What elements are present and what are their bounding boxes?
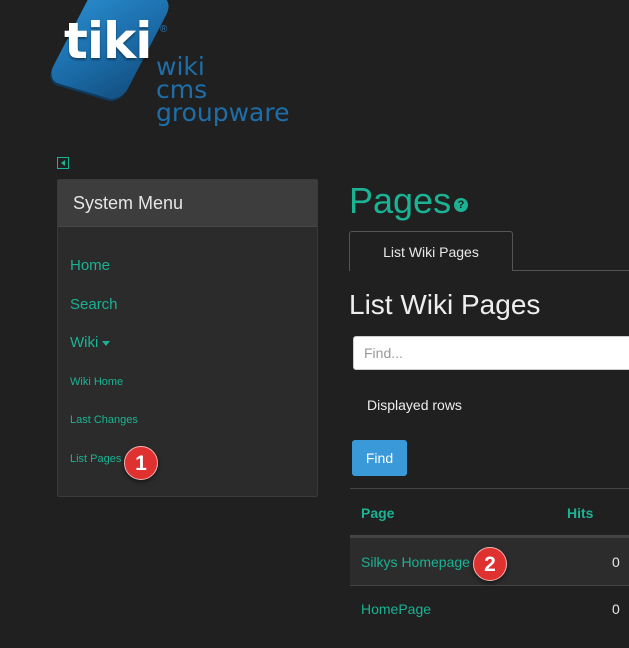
hits-value: 0: [612, 601, 620, 617]
tab-divider: [513, 270, 629, 271]
annotation-badge-2: 2: [473, 547, 507, 581]
hits-value: 0: [612, 554, 620, 570]
sidebar-item-wiki-label: Wiki: [70, 334, 99, 351]
annotation-badge-1: 1: [124, 446, 158, 480]
system-menu-title: System Menu: [58, 180, 317, 227]
displayed-rows-label: Displayed rows: [367, 397, 462, 413]
logo-registered: ®: [160, 24, 168, 35]
system-menu: System Menu Home Search Wiki Wiki Home L…: [57, 179, 318, 497]
find-button[interactable]: Find: [352, 440, 407, 476]
collapse-sidebar-icon[interactable]: [57, 157, 69, 169]
tiki-logo[interactable]: tiki ® wiki cms groupware: [46, 0, 306, 135]
sidebar-item-list-pages[interactable]: List Pages: [70, 453, 121, 465]
tab-list-wiki-pages[interactable]: List Wiki Pages: [349, 231, 513, 271]
table-header: Page Hits: [350, 488, 629, 537]
logo-tagline: wiki cms groupware: [156, 54, 290, 127]
table-row: HomePage 0: [350, 585, 629, 633]
tagline-groupware: groupware: [156, 98, 290, 127]
help-icon[interactable]: ?: [454, 198, 468, 212]
page-title: Pages: [349, 180, 452, 221]
triangle-left-icon: [61, 160, 65, 166]
column-header-hits[interactable]: Hits: [567, 505, 593, 521]
sidebar-item-wiki[interactable]: Wiki: [70, 334, 111, 351]
logo-word: tiki: [64, 12, 152, 70]
page-link[interactable]: HomePage: [361, 601, 431, 617]
caret-down-icon: [102, 340, 111, 346]
sidebar-item-home[interactable]: Home: [70, 257, 110, 274]
sidebar-item-search[interactable]: Search: [70, 296, 118, 313]
search-input[interactable]: [353, 336, 629, 370]
section-heading: List Wiki Pages: [349, 289, 541, 320]
column-header-page[interactable]: Page: [361, 505, 394, 521]
page-link[interactable]: Silkys Homepage: [361, 554, 470, 570]
sidebar-item-wiki-home[interactable]: Wiki Home: [70, 376, 123, 388]
sidebar-item-last-changes[interactable]: Last Changes: [70, 414, 138, 426]
